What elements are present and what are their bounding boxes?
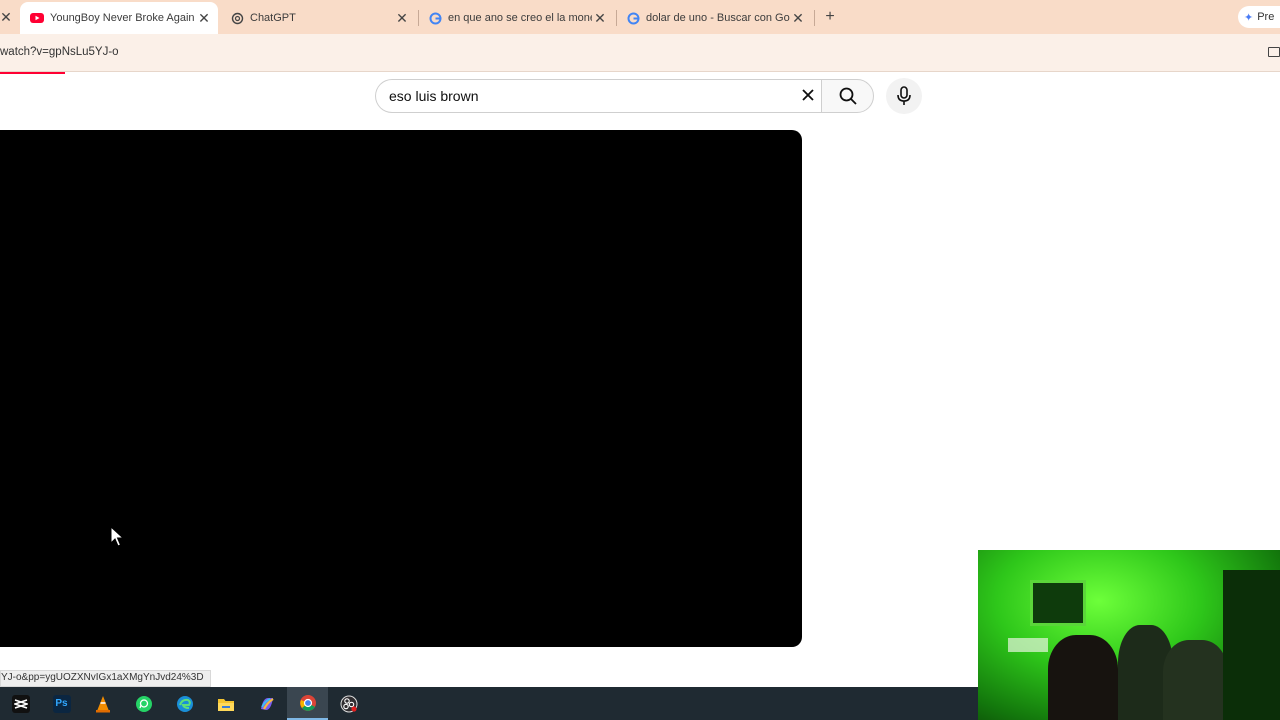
tab-title: ChatGPT	[250, 12, 296, 24]
taskbar-capcut[interactable]	[0, 687, 41, 720]
search-input[interactable]	[389, 88, 779, 104]
file-explorer-icon	[217, 695, 235, 713]
taskbar-obs[interactable]	[328, 687, 369, 720]
chrome-icon	[299, 694, 317, 712]
copilot-icon	[258, 695, 276, 713]
search-box	[375, 79, 822, 113]
tab-divider	[814, 10, 815, 26]
voice-search-button[interactable]	[886, 78, 922, 114]
taskbar-copilot[interactable]	[246, 687, 287, 720]
tab-strip: ✕ YoungBoy Never Broke Again - ✕ ChatGPT…	[0, 0, 1280, 34]
close-tab-icon[interactable]: ✕	[790, 10, 806, 27]
status-link-preview: YJ-o&pp=ygUOZXNvIGx1aXMgYnJvd24%3D	[0, 670, 211, 687]
search-button[interactable]	[821, 79, 874, 113]
taskbar-vlc[interactable]	[82, 687, 123, 720]
taskbar-photoshop[interactable]: Ps	[41, 687, 82, 720]
tab-title: dolar de uno - Buscar con Google	[646, 12, 790, 24]
url-field[interactable]: watch?v=gpNsLu5YJ-o	[0, 46, 119, 58]
taskbar-file-explorer[interactable]	[205, 687, 246, 720]
microphone-icon	[897, 86, 911, 105]
close-tab-icon[interactable]: ✕	[196, 10, 212, 27]
new-tab-button[interactable]: +	[822, 8, 838, 26]
taskbar-edge[interactable]	[164, 687, 205, 720]
google-icon	[428, 11, 442, 25]
tab-title: en que ano se creo el la moneda	[448, 12, 592, 24]
close-tab-icon[interactable]: ✕	[394, 10, 410, 27]
chatgpt-icon	[230, 11, 244, 25]
page-load-progress	[0, 72, 65, 74]
edge-icon	[176, 695, 194, 713]
guest-figure	[1163, 640, 1228, 720]
close-tab-icon[interactable]: ✕	[592, 10, 608, 27]
obs-icon	[340, 695, 358, 713]
tab-google-moneda[interactable]: en que ano se creo el la moneda ✕	[422, 4, 612, 32]
gemini-pill-button[interactable]: ✦ Pre	[1238, 6, 1280, 28]
room-window	[1030, 580, 1086, 626]
taskbar-chrome[interactable]	[287, 687, 328, 720]
video-player[interactable]	[0, 130, 802, 647]
webcam-overlay	[978, 550, 1280, 720]
whatsapp-icon	[135, 695, 153, 713]
tab-google-dolar[interactable]: dolar de uno - Buscar con Google ✕	[620, 4, 810, 32]
streamer-figure	[1048, 635, 1118, 720]
mouse-cursor-icon	[110, 525, 125, 553]
room-shadow	[1223, 570, 1280, 720]
capcut-icon	[11, 694, 30, 713]
clear-search-icon[interactable]	[798, 85, 818, 105]
prev-tab-close-icon[interactable]: ✕	[0, 9, 12, 26]
pill-label: Pre	[1257, 11, 1275, 23]
tab-chatgpt[interactable]: ChatGPT ✕	[224, 4, 414, 32]
google-icon	[626, 11, 640, 25]
tab-title: YoungBoy Never Broke Again -	[50, 12, 196, 24]
tab-divider	[616, 10, 617, 26]
photoshop-icon: Ps	[52, 694, 71, 713]
search-icon	[839, 87, 857, 105]
vlc-icon	[94, 695, 112, 713]
install-app-icon[interactable]	[1268, 47, 1280, 57]
taskbar-whatsapp[interactable]	[123, 687, 164, 720]
youtube-icon	[30, 11, 44, 25]
sparkle-icon: ✦	[1244, 11, 1254, 24]
taskbar: Ps	[0, 687, 978, 720]
address-bar: watch?v=gpNsLu5YJ-o	[0, 34, 1280, 72]
tab-youtube[interactable]: YoungBoy Never Broke Again - ✕	[20, 2, 218, 34]
monitor-screen	[1008, 638, 1048, 652]
tab-divider	[418, 10, 419, 26]
